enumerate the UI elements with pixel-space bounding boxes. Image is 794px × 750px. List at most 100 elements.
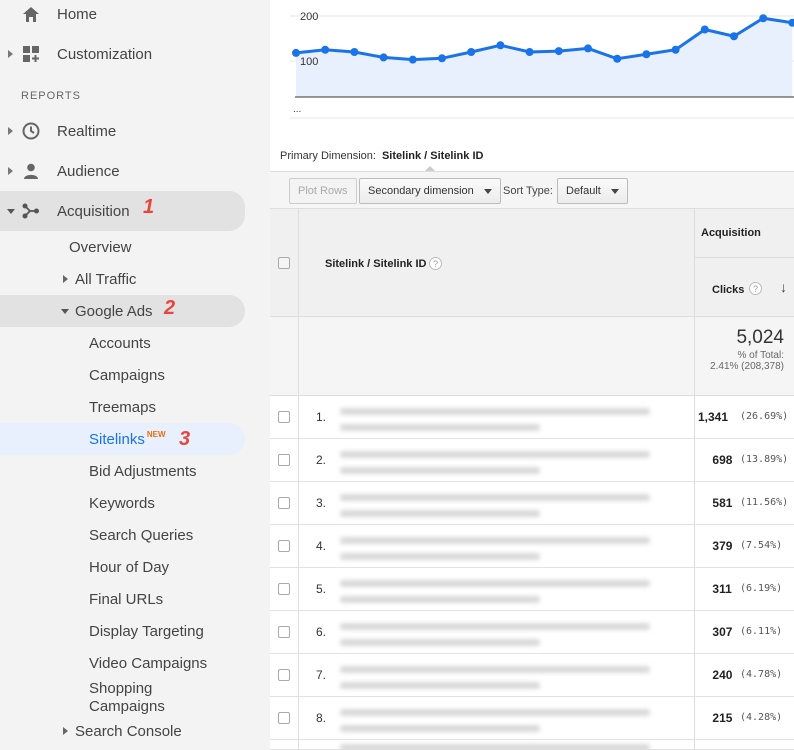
table-toolbar: Plot Rows Secondary dimension Sort Type:… — [270, 171, 794, 209]
nav-acquisition[interactable]: Acquisition — [0, 191, 245, 231]
redacted-sitelink-text — [340, 553, 540, 560]
caret-right-icon — [8, 127, 13, 135]
data-point[interactable] — [759, 14, 768, 23]
redacted-sitelink-text[interactable] — [340, 494, 650, 501]
caret-down-icon — [61, 309, 69, 314]
row-checkbox[interactable] — [278, 411, 290, 423]
redacted-sitelink-text[interactable] — [340, 580, 650, 587]
nav-overview[interactable]: Overview — [69, 239, 132, 256]
table-row: 5. 311 (6.19%) — [270, 568, 794, 611]
nav-acquisition-label: Acquisition — [57, 202, 130, 220]
data-point[interactable] — [379, 53, 388, 62]
nav-sitelinks[interactable]: Sitelinks NEW — [89, 430, 166, 448]
nav-search-console[interactable]: Search Console — [75, 723, 182, 740]
data-point[interactable] — [350, 48, 359, 56]
data-point[interactable] — [438, 54, 446, 63]
data-point[interactable] — [642, 50, 651, 59]
data-point[interactable] — [671, 45, 680, 54]
nav-hour-of-day[interactable]: Hour of Day — [89, 559, 169, 576]
table-row: 1. 1,341 (26.69%) — [270, 396, 794, 439]
data-point[interactable] — [584, 44, 592, 53]
redacted-sitelink-text — [340, 682, 540, 689]
redacted-sitelink-text — [340, 596, 540, 603]
data-point[interactable] — [321, 45, 330, 54]
nav-audience[interactable]: Audience — [0, 151, 270, 191]
row-checkbox[interactable] — [278, 669, 290, 681]
row-checkbox[interactable] — [278, 626, 290, 638]
row-clicks-value: 1,341 — [698, 410, 729, 424]
nav-campaigns[interactable]: Campaigns — [89, 367, 165, 384]
caret-down-icon — [7, 208, 15, 214]
row-checkbox[interactable] — [278, 540, 290, 552]
data-point[interactable] — [525, 48, 534, 56]
data-point[interactable] — [613, 54, 622, 63]
row-clicks-pct: (6.19%) — [740, 583, 783, 594]
sort-type-dropdown[interactable]: Default — [557, 178, 628, 204]
column-header-sitelink[interactable]: Sitelink / Sitelink ID — [325, 258, 426, 270]
plot-rows-button[interactable]: Plot Rows — [289, 178, 357, 204]
redacted-sitelink-text[interactable] — [340, 623, 650, 630]
row-checkbox[interactable] — [278, 497, 290, 509]
redacted-sitelink-text[interactable] — [340, 666, 650, 673]
select-all-checkbox[interactable] — [278, 257, 290, 269]
redacted-sitelink-text[interactable] — [340, 709, 650, 716]
row-checkbox[interactable] — [278, 454, 290, 466]
primary-dimension-value[interactable]: Sitelink / Sitelink ID — [382, 150, 483, 162]
column-header-clicks[interactable]: Clicks — [712, 284, 744, 296]
row-clicks-value: 311 — [712, 582, 732, 596]
redacted-sitelink-text[interactable] — [340, 537, 650, 544]
help-icon[interactable]: ? — [749, 282, 762, 295]
table-row: 4. 379 (7.54%) — [270, 525, 794, 568]
nav-home[interactable]: Home — [0, 0, 270, 34]
nav-search-queries[interactable]: Search Queries — [89, 527, 193, 544]
nav-display-targeting[interactable]: Display Targeting — [89, 623, 204, 640]
nav-bid-adjustments[interactable]: Bid Adjustments — [89, 463, 197, 480]
nav-realtime[interactable]: Realtime — [0, 111, 270, 151]
sort-descending-icon[interactable]: ↓ — [780, 279, 787, 295]
data-point[interactable] — [730, 32, 738, 41]
nav-all-traffic[interactable]: All Traffic — [75, 271, 136, 288]
row-clicks-pct: (26.69%) — [740, 411, 789, 422]
y-tick-label: ... — [293, 104, 301, 115]
column-divider — [298, 209, 299, 750]
nav-keywords[interactable]: Keywords — [89, 495, 155, 512]
row-index: 5. — [316, 582, 327, 596]
chevron-down-icon — [610, 188, 619, 194]
nav-treemaps[interactable]: Treemaps — [89, 399, 156, 416]
row-checkbox[interactable] — [278, 583, 290, 595]
redacted-sitelink-text — [340, 639, 540, 646]
y-tick-label: 200 — [300, 11, 318, 23]
home-icon — [22, 5, 40, 23]
secondary-dimension-dropdown[interactable]: Secondary dimension — [359, 178, 501, 204]
step-badge-1: 1 — [143, 196, 155, 218]
total-pct-label: % of Total: — [737, 350, 784, 361]
table-row: 6. 307 (6.11%) — [270, 611, 794, 654]
data-point[interactable] — [292, 48, 300, 57]
data-point[interactable] — [467, 48, 476, 56]
person-icon — [22, 162, 40, 180]
row-index: 6. — [316, 625, 327, 639]
total-clicks: 5,024 — [736, 327, 784, 348]
redacted-sitelink-text[interactable] — [340, 408, 650, 415]
nav-realtime-label: Realtime — [57, 122, 117, 140]
row-clicks-pct: (4.78%) — [740, 669, 783, 680]
row-clicks-pct: (11.56%) — [740, 497, 789, 508]
help-icon[interactable]: ? — [429, 257, 442, 270]
redacted-sitelink-text[interactable] — [340, 451, 650, 458]
nav-google-ads[interactable]: Google Ads — [75, 303, 153, 320]
nav-final-urls[interactable]: Final URLs — [89, 591, 163, 608]
caret-right-icon — [63, 727, 68, 735]
nav-shopping-campaigns[interactable]: Shopping Campaigns — [89, 680, 199, 716]
data-point[interactable] — [496, 41, 505, 50]
primary-dimension: Primary Dimension: Sitelink / Sitelink ID — [280, 150, 483, 162]
nav-sitelinks-label: Sitelinks — [89, 431, 145, 448]
data-point[interactable] — [408, 55, 417, 64]
row-clicks-pct: (7.54%) — [740, 540, 783, 551]
data-point[interactable] — [700, 25, 709, 34]
nav-accounts[interactable]: Accounts — [89, 335, 151, 352]
nav-video-campaigns[interactable]: Video Campaigns — [89, 655, 207, 672]
secondary-dimension-label: Secondary dimension — [368, 185, 474, 197]
data-point[interactable] — [554, 47, 563, 56]
nav-customization[interactable]: Customization — [0, 34, 270, 74]
row-checkbox[interactable] — [278, 712, 290, 724]
